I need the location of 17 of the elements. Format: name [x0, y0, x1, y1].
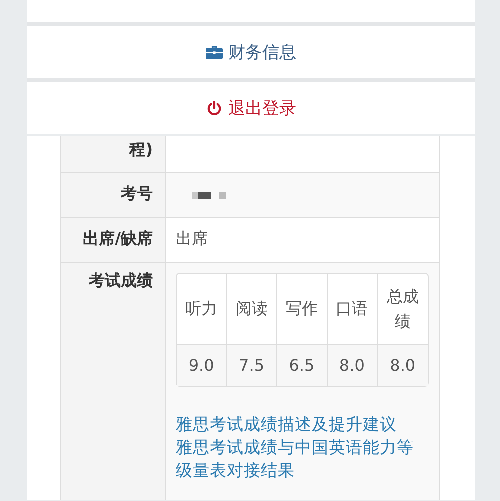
field-label: 考号 — [60, 172, 166, 217]
menu-item[interactable]: 退出登录 — [27, 82, 475, 134]
score-cell: 9.0 — [177, 344, 228, 386]
field-value: 出席 — [166, 217, 440, 262]
field-label: 出席/缺席 — [60, 217, 166, 262]
score-cell: 8.0 — [328, 344, 378, 386]
power-icon — [206, 100, 222, 116]
link[interactable]: 雅思考试成绩描述及提升建议 — [176, 412, 426, 436]
score-cell: 8.0 — [378, 344, 428, 386]
field-label: 程) — [60, 136, 166, 172]
briefcase-icon — [206, 44, 222, 60]
link[interactable]: 雅思考试成绩与中国英语能力等级量表对接结果 — [176, 436, 426, 482]
menu-item[interactable]: 财务信息 — [27, 26, 475, 78]
score-cell: 7.5 — [227, 344, 278, 386]
score-cell: 6.5 — [277, 344, 328, 386]
menu-item[interactable] — [27, 0, 475, 22]
field-label: 考试成绩 — [60, 262, 166, 500]
